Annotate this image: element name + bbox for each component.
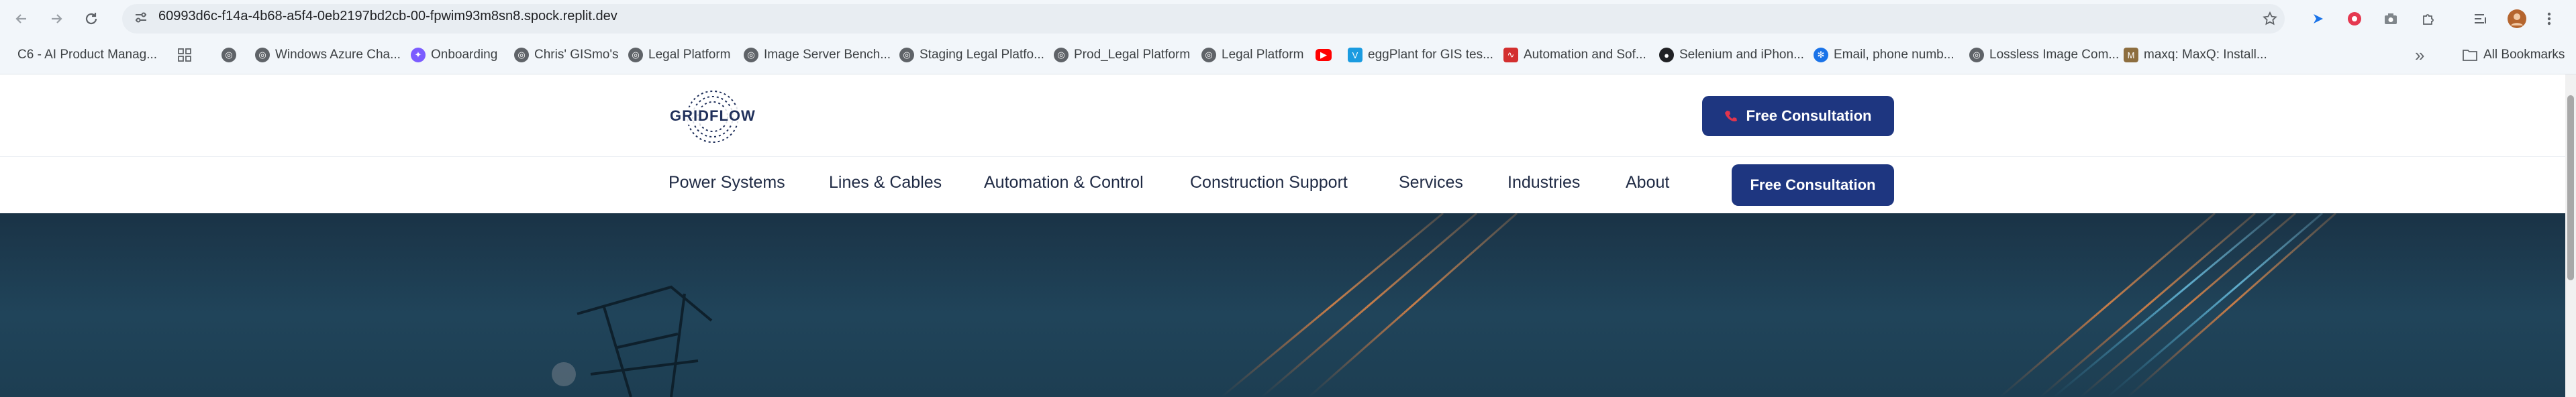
bookmark-item[interactable]: ◎ Legal Platform — [1201, 44, 1304, 66]
bookmark-label: Lossless Image Com... — [1989, 48, 2120, 62]
nav-power-systems[interactable]: Power Systems — [668, 173, 785, 192]
bookmark-label: Image Server Bench... — [764, 48, 891, 62]
bookmark-item[interactable]: ◎ Image Server Bench... — [744, 44, 891, 66]
globe-icon: ◎ — [1054, 48, 1069, 62]
bookmark-label: Onboarding — [431, 48, 498, 62]
site-logo[interactable]: GRIDFLOW — [668, 87, 757, 146]
github-icon: ● — [1659, 48, 1674, 62]
bookmark-item[interactable]: ◎ Prod_Legal Platform — [1054, 44, 1190, 66]
bookmark-item[interactable]: ◎ Chris' GISmo's — [514, 44, 619, 66]
bookmark-label: eggPlant for GIS tes... — [1368, 48, 1493, 62]
browser-toolbar: 60993d6c-f14a-4b68-a5f4-0eb2197bd2cb-00-… — [0, 0, 2576, 38]
more-bookmarks-button[interactable]: » — [2415, 44, 2424, 66]
logo-text: GRIDFLOW — [670, 107, 756, 125]
globe-icon: ◎ — [1969, 48, 1984, 62]
nav-services[interactable]: Services — [1399, 173, 1463, 192]
bookmark-item[interactable]: ◎ Lossless Image Com... — [1969, 44, 2119, 66]
all-bookmarks-label: All Bookmarks — [2483, 48, 2565, 62]
waveform-icon: ∿ — [1503, 48, 1518, 62]
maxq-icon: M — [2124, 48, 2138, 62]
bookmark-label: Staging Legal Platfo... — [920, 48, 1044, 62]
bookmark-item[interactable]: ▶ — [1316, 44, 1332, 66]
globe-icon: ◎ — [255, 48, 270, 62]
nav-automation-control[interactable]: Automation & Control — [984, 173, 1144, 192]
bookmark-item[interactable]: ◎ Legal Platform — [628, 44, 731, 66]
all-bookmarks-button[interactable]: All Bookmarks — [2462, 44, 2565, 66]
scrollbar-thumb[interactable] — [2567, 95, 2574, 280]
bookmark-item[interactable]: ✦ Onboarding — [411, 44, 497, 66]
bookmark-label: Legal Platform — [648, 48, 731, 62]
bookmark-item[interactable]: ◎ Windows Azure Cha... — [255, 44, 401, 66]
bookmark-star-icon[interactable] — [2261, 9, 2279, 28]
bookmark-item[interactable]: M maxq: MaxQ: Install... — [2124, 44, 2267, 66]
nav-industries[interactable]: Industries — [1507, 173, 1580, 192]
nav-free-consultation-button[interactable]: Free Consultation — [1732, 164, 1894, 206]
apps-grid-icon — [178, 48, 191, 62]
reading-list-icon[interactable] — [2471, 9, 2490, 28]
nav-construction-support[interactable]: Construction Support — [1190, 173, 1348, 192]
extension-red-icon[interactable] — [2345, 9, 2364, 28]
camera-icon[interactable] — [2381, 9, 2400, 28]
globe-icon: ◎ — [628, 48, 643, 62]
globe-icon: ◎ — [514, 48, 529, 62]
bookmark-label: Selenium and iPhon... — [1679, 48, 1804, 62]
bookmark-label: C6 - AI Product Manag... — [17, 48, 158, 62]
gear-icon: ✻ — [1814, 48, 1828, 62]
bookmark-item[interactable]: ✻ Email, phone numb... — [1814, 44, 1954, 66]
bookmark-label: Automation and Sof... — [1524, 48, 1646, 62]
header-free-consultation-button[interactable]: Free Consultation — [1702, 96, 1894, 136]
bookmark-item[interactable]: ∿ Automation and Sof... — [1503, 44, 1646, 66]
nav-cta-label: Free Consultation — [1750, 176, 1876, 193]
bookmark-item[interactable]: C6 - AI Product Manag... — [17, 44, 157, 66]
bookmark-label: Windows Azure Cha... — [275, 48, 401, 62]
hero-image — [0, 213, 2565, 397]
bookmark-item[interactable]: ◎ Staging Legal Platfo... — [899, 44, 1044, 66]
bookmark-label: Legal Platform — [1222, 48, 1304, 62]
site-header — [0, 74, 2565, 156]
profile-avatar[interactable] — [2508, 9, 2526, 28]
bookmark-item[interactable]: ● Selenium and iPhon... — [1659, 44, 1804, 66]
bookmark-label: Prod_Legal Platform — [1074, 48, 1191, 62]
back-arrow-icon — [15, 14, 26, 23]
bookmark-item[interactable]: ◎ — [221, 44, 236, 66]
hero-light-trails — [552, 213, 2336, 397]
chevron-double-right-icon: » — [2415, 44, 2425, 65]
extensions-puzzle-icon[interactable] — [2419, 9, 2438, 28]
globe-icon: ◎ — [899, 48, 914, 62]
reload-button[interactable] — [78, 5, 105, 32]
extension-blue-icon[interactable] — [2309, 9, 2328, 28]
bookmark-item[interactable]: V eggPlant for GIS tes... — [1348, 44, 1493, 66]
bookmark-label: Chris' GISmo's — [534, 48, 619, 62]
folder-icon — [2463, 50, 2477, 61]
globe-icon: ◎ — [221, 48, 236, 62]
browser-menu-icon[interactable] — [2540, 9, 2559, 28]
nav-lines-cables[interactable]: Lines & Cables — [829, 173, 942, 192]
globe-icon: ◎ — [1201, 48, 1216, 62]
forward-button[interactable] — [43, 5, 70, 32]
reload-icon — [85, 13, 97, 25]
header-cta-label: Free Consultation — [1746, 107, 1872, 124]
phone-icon — [1725, 111, 1738, 121]
url-text[interactable]: 60993d6c-f14a-4b68-a5f4-0eb2197bd2cb-00-… — [158, 9, 617, 24]
globe-icon: ◎ — [744, 48, 758, 62]
site-info-icon[interactable] — [133, 9, 149, 25]
eggplant-icon: V — [1348, 48, 1363, 62]
onboarding-icon: ✦ — [411, 48, 426, 62]
back-button[interactable] — [8, 5, 35, 32]
bookmark-label: Email, phone numb... — [1834, 48, 1954, 62]
forward-arrow-icon — [52, 14, 62, 23]
bookmark-label: maxq: MaxQ: Install... — [2144, 48, 2267, 62]
nav-about[interactable]: About — [1626, 173, 1669, 192]
apps-grid-button[interactable] — [177, 44, 192, 66]
youtube-icon: ▶ — [1316, 49, 1332, 61]
